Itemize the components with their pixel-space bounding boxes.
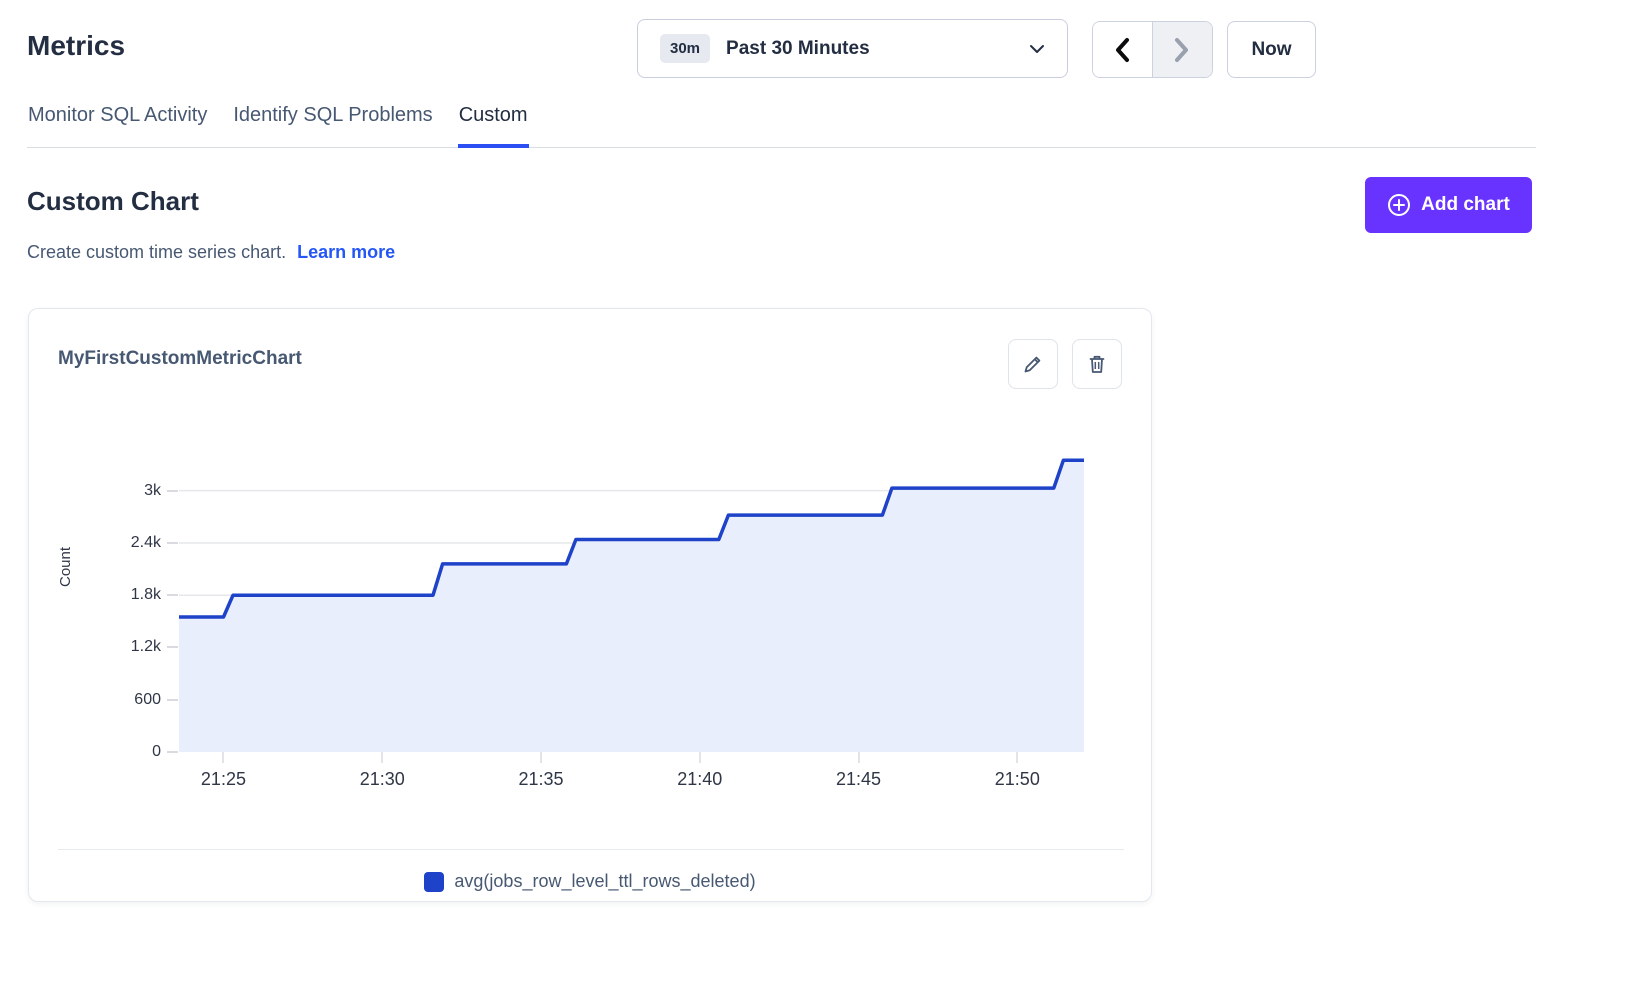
series-area [179,460,1084,752]
pencil-icon [1021,352,1045,376]
card-divider [58,849,1124,850]
x-tick-mark [858,752,860,763]
time-step-group [1092,21,1213,78]
delete-chart-button[interactable] [1072,339,1122,389]
x-tick-label: 21:35 [506,769,576,790]
metrics-tabs: Monitor SQL Activity Identify SQL Proble… [27,102,1536,148]
x-tick-label: 21:45 [824,769,894,790]
previous-range-button[interactable] [1093,22,1153,77]
y-axis-title: Count [57,537,77,597]
section-subtitle: Create custom time series chart. Learn m… [27,242,395,263]
now-button[interactable]: Now [1227,21,1316,78]
tab-custom[interactable]: Custom [458,102,529,147]
chevron-down-icon [1029,44,1045,54]
section-subtitle-text: Create custom time series chart. [27,242,286,262]
y-tick-mark [167,699,178,701]
x-tick-mark [222,752,224,763]
chart-title: MyFirstCustomMetricChart [58,348,302,370]
x-tick-label: 21:25 [188,769,258,790]
chevron-right-icon [1173,37,1191,63]
metrics-page: Metrics 30m Past 30 Minutes Now Monitor … [0,0,1650,982]
legend-label: avg(jobs_row_level_ttl_rows_deleted) [454,871,755,892]
y-tick-label: 1.8k [101,585,161,605]
trash-icon [1085,352,1109,376]
x-tick-label: 21:40 [665,769,735,790]
edit-chart-button[interactable] [1008,339,1058,389]
x-tick-label: 21:50 [982,769,1052,790]
x-tick-mark [540,752,542,763]
next-range-button-disabled[interactable] [1153,22,1213,77]
custom-chart-plot[interactable] [179,421,1084,752]
chart-legend[interactable]: avg(jobs_row_level_ttl_rows_deleted) [29,871,1151,892]
learn-more-link[interactable]: Learn more [297,242,395,262]
now-button-label: Now [1251,39,1291,61]
chevron-left-icon [1113,37,1131,63]
x-tick-mark [381,752,383,763]
y-tick-mark [167,490,178,492]
add-chart-button[interactable]: Add chart [1365,177,1532,233]
plus-circle-icon [1387,193,1411,217]
custom-chart-card: MyFirstCustomMetricChart Count 0 600 1.2k 1… [28,308,1152,902]
tab-identify-sql-problems[interactable]: Identify SQL Problems [232,102,433,147]
tab-monitor-sql-activity[interactable]: Monitor SQL Activity [27,102,208,147]
x-tick-mark [699,752,701,763]
section-heading: Custom Chart [27,186,199,217]
x-tick-mark [1016,752,1018,763]
y-tick-label: 0 [101,742,161,762]
add-chart-button-label: Add chart [1421,194,1510,216]
time-range-select[interactable]: 30m Past 30 Minutes [637,19,1068,78]
y-tick-mark [167,646,178,648]
y-tick-label: 1.2k [101,637,161,657]
y-tick-mark [167,542,178,544]
time-range-badge: 30m [660,34,710,63]
y-tick-label: 3k [101,481,161,501]
legend-swatch [424,872,444,892]
page-title: Metrics [27,30,125,62]
x-tick-label: 21:30 [347,769,417,790]
y-tick-label: 2.4k [101,533,161,553]
y-tick-mark [167,594,178,596]
y-tick-label: 600 [101,690,161,710]
time-range-label: Past 30 Minutes [726,38,1029,60]
y-tick-mark [167,751,178,753]
